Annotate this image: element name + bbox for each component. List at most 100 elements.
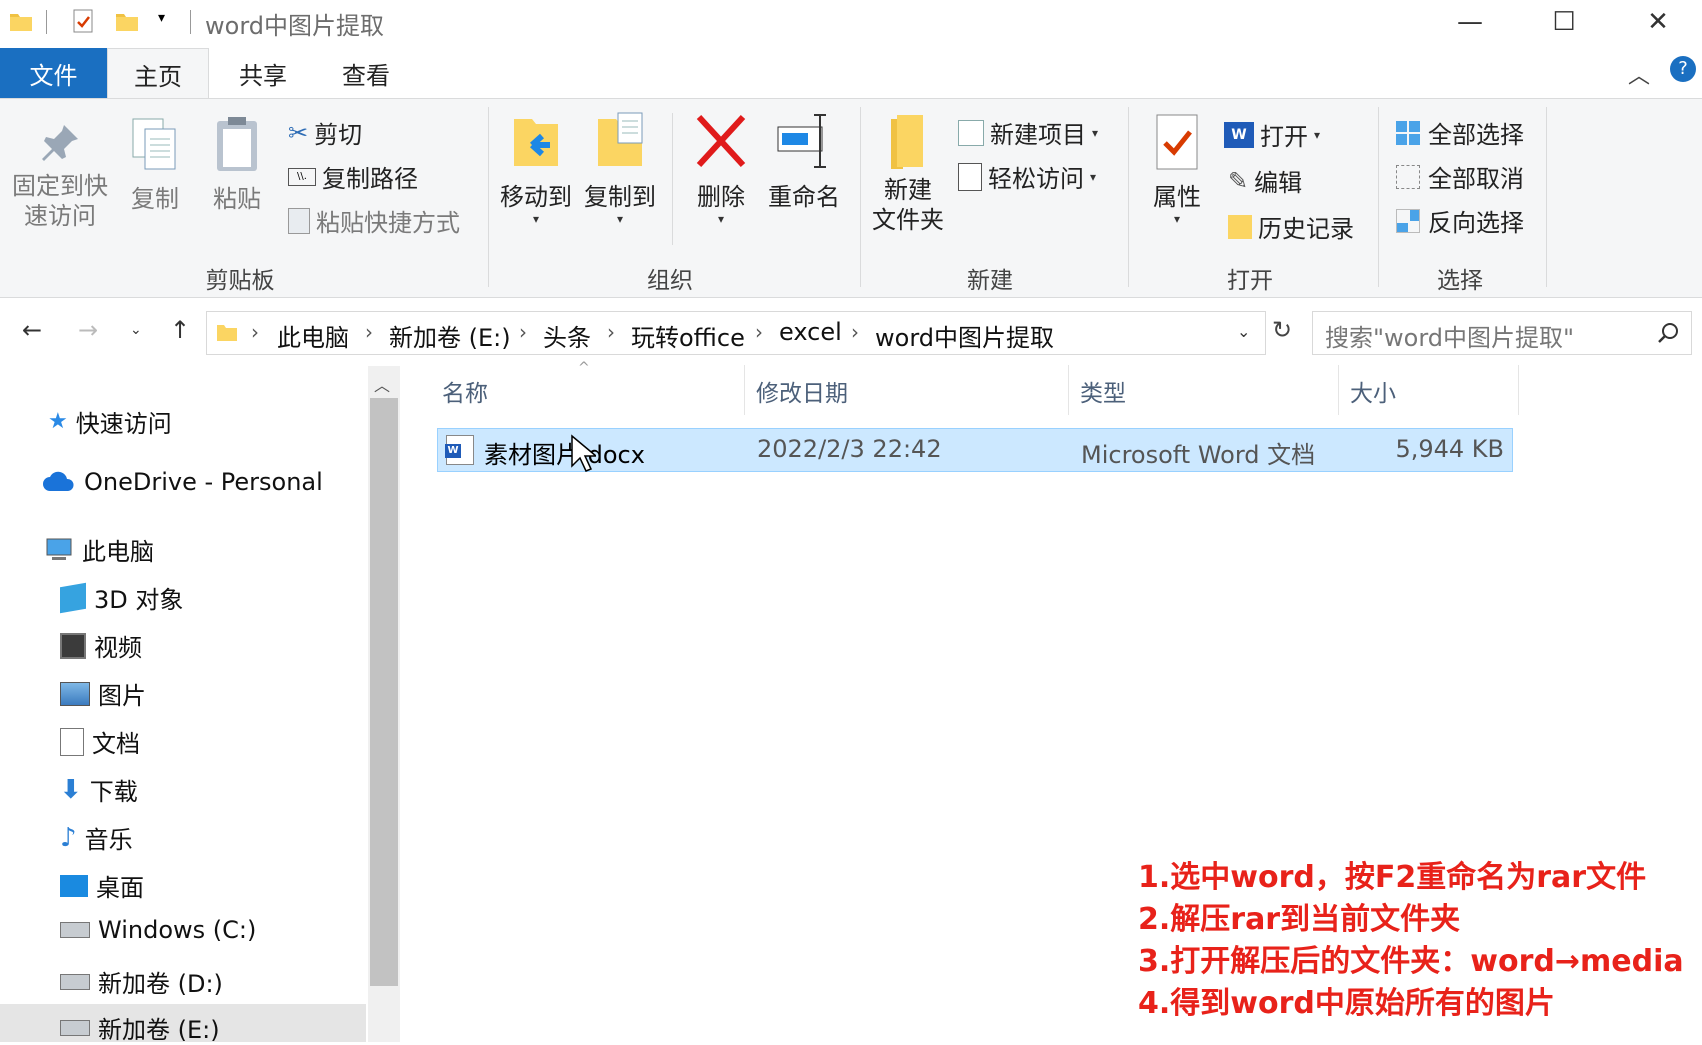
breadcrumb-separator: › [755,320,763,344]
nav-onedrive[interactable]: OneDrive - Personal [42,468,323,496]
column-header-date[interactable]: 修改日期 [756,374,848,408]
maximize-button[interactable]: ☐ [1518,0,1610,44]
nav-scrollbar-thumb[interactable] [370,398,398,986]
tab-file[interactable]: 文件 [0,48,107,98]
address-dropdown-icon[interactable]: ⌄ [1237,322,1250,341]
word-document-icon: W [445,435,474,465]
copy-path-label: 复制路径 [322,165,418,193]
nav-item-label: 3D 对象 [94,586,184,614]
breadcrumb-excel[interactable]: excel [779,318,842,346]
ribbon: 固定到快 速访问 复制 粘贴 ✂ 剪切 \\. 复制路径 粘贴快捷方式 剪贴板 … [0,98,1702,298]
properties-dropdown-icon: ▾ [1173,212,1181,226]
ribbon-tabs: 文件 主页 共享 查看 ︿ ? [0,48,1702,99]
properties-button[interactable]: 属性 ▾ [1142,113,1212,226]
select-none-icon [1396,164,1420,189]
copy-path-button[interactable]: \\. 复制路径 [288,159,418,194]
move-to-button[interactable]: 移动到 ▾ [498,109,574,226]
nav-item-drive-e[interactable]: 新加卷 (E:) [60,1010,220,1045]
file-row[interactable]: W 素材图片.docx 2022/2/3 22:42 Microsoft Wor… [437,428,1513,472]
copy-to-button[interactable]: 复制到 ▾ [582,109,658,226]
tab-share[interactable]: 共享 [222,48,304,98]
column-header-name[interactable]: 名称 [442,374,488,408]
address-bar[interactable]: › 此电脑 › 新加卷 (E:) › 头条 › 玩转office › excel… [206,311,1266,355]
edit-button[interactable]: ✎ 编辑 [1228,163,1302,198]
column-header-type[interactable]: 类型 [1080,374,1126,408]
nav-item-documents[interactable]: 文档 [60,724,140,759]
pin-quick-access-button[interactable]: 固定到快 速访问 [8,119,112,231]
nav-item-pictures[interactable]: 图片 [60,676,146,711]
minimize-button[interactable]: — [1424,0,1516,44]
invert-selection-button[interactable]: 反向选择 [1396,203,1524,238]
copy-button[interactable]: 复制 [122,115,188,214]
cut-button[interactable]: ✂ 剪切 [288,115,362,150]
tab-view[interactable]: 查看 [326,48,406,98]
forward-button[interactable]: → [78,316,98,344]
edit-label: 编辑 [1254,169,1303,197]
ribbon-separator [488,107,489,287]
search-placeholder: 搜索"word中图片提取" [1325,324,1575,352]
mouse-cursor-icon [571,434,596,472]
rename-button[interactable]: 重命名 [766,109,842,212]
nav-item-3d-objects[interactable]: 3D 对象 [60,580,183,615]
history-button[interactable]: 历史记录 [1228,209,1354,244]
up-button[interactable]: ↑ [170,316,190,344]
nav-item-drive-c[interactable]: Windows (C:) [60,916,256,944]
breadcrumb-toutiao[interactable]: 头条 [543,318,591,353]
properties-icon [1156,114,1198,170]
select-none-label: 全部取消 [1428,165,1524,193]
search-box[interactable]: 搜索"word中图片提取" [1312,311,1692,355]
nav-item-label: 视频 [94,634,142,662]
pin-label: 固定到快 速访问 [12,172,108,230]
scroll-up-icon[interactable]: ︿ [374,372,390,396]
easy-access-button[interactable]: 轻松访问 ▾ [958,159,1096,194]
instruction-step-1: 1.选中word，按F2重命名为rar文件 [1138,860,1647,895]
tab-home[interactable]: 主页 [107,48,209,99]
nav-item-desktop[interactable]: 桌面 [60,868,144,903]
new-folder-button[interactable]: 新建 文件夹 [870,111,946,235]
select-all-button[interactable]: 全部选择 [1396,115,1524,150]
invert-selection-label: 反向选择 [1428,209,1524,237]
file-name[interactable]: 素材图片.docx [484,435,645,470]
refresh-button[interactable]: ↻ [1272,316,1292,344]
nav-quick-access[interactable]: ★ 快速访问 [48,404,172,439]
nav-onedrive-label: OneDrive - Personal [84,468,323,496]
paste-shortcut-icon [288,207,310,234]
file-type: Microsoft Word 文档 [1081,441,1316,469]
drive-icon [60,922,90,938]
nav-item-drive-d[interactable]: 新加卷 (D:) [60,964,223,999]
delete-label: 删除 [697,183,745,211]
desktop-icon [60,874,88,897]
open-button[interactable]: W 打开 ▾ [1224,117,1320,152]
instruction-step-4: 4.得到word中原始所有的图片 [1138,986,1555,1021]
scissors-icon: ✂ [288,118,309,147]
paste-shortcut-button[interactable]: 粘贴快捷方式 [288,203,460,238]
breadcrumb-current[interactable]: word中图片提取 [875,318,1054,353]
properties-qat-icon[interactable] [70,8,96,34]
nav-item-downloads[interactable]: ⬇ 下载 [60,772,138,807]
music-note-icon: ♪ [60,822,77,853]
collapse-ribbon-icon[interactable]: ︿ [1628,58,1650,90]
breadcrumb-this-pc[interactable]: 此电脑 [277,318,349,353]
breadcrumb-office[interactable]: 玩转office [631,318,745,353]
column-header-size[interactable]: 大小 [1350,374,1396,408]
paste-button[interactable]: 粘贴 [204,115,270,214]
nav-this-pc[interactable]: 此电脑 [44,532,154,567]
ribbon-separator [860,107,861,287]
pin-icon [42,125,78,161]
new-item-button[interactable]: 新建项目 ▾ [958,115,1098,150]
close-button[interactable]: ✕ [1612,0,1702,44]
breadcrumb-separator: › [851,320,859,344]
breadcrumb-drive-e[interactable]: 新加卷 (E:) [389,318,511,353]
easy-access-icon [958,162,982,191]
nav-item-videos[interactable]: 视频 [60,628,142,663]
qat-dropdown-icon[interactable]: ▾ [158,10,165,26]
select-none-button[interactable]: 全部取消 [1396,159,1524,194]
recent-locations-button[interactable]: ⌄ [130,322,142,338]
rename-label: 重命名 [768,183,840,211]
help-icon[interactable]: ? [1670,56,1696,82]
nav-item-music[interactable]: ♪ 音乐 [60,820,133,855]
new-folder-qat-icon[interactable] [114,8,140,34]
back-button[interactable]: ← [22,316,42,344]
delete-button[interactable]: 删除 ▾ [690,109,752,226]
folder-icon [10,14,32,31]
